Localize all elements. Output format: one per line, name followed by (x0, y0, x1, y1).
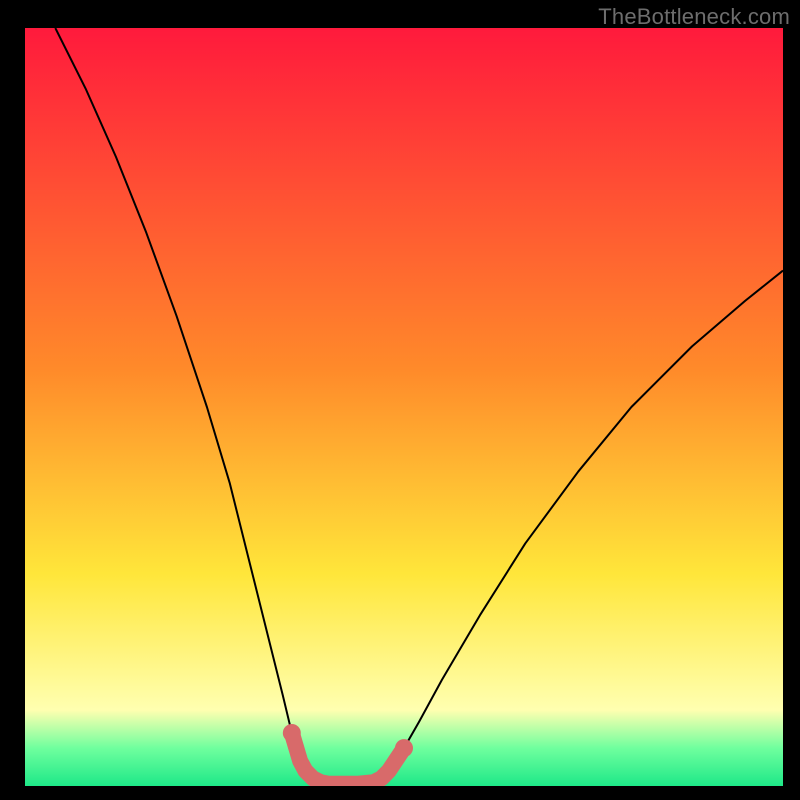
gradient-background (25, 28, 783, 786)
chart-svg (25, 28, 783, 786)
highlight-endpoint (395, 739, 413, 757)
chart-plot-area (25, 28, 783, 786)
watermark-label: TheBottleneck.com (598, 4, 790, 30)
chart-root: TheBottleneck.com (0, 0, 800, 800)
highlight-endpoint (283, 724, 301, 742)
